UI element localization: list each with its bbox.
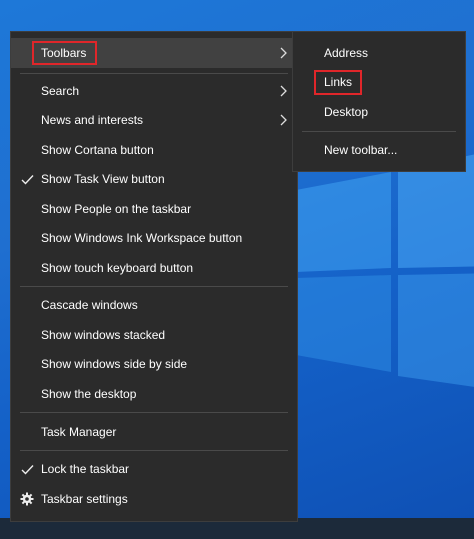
- menu-item-show-task-view-button[interactable]: Show Task View button: [11, 164, 297, 194]
- menu-item-label: Show windows stacked: [41, 328, 166, 342]
- menu-item-show-windows-stacked[interactable]: Show windows stacked: [11, 320, 297, 350]
- menu-item-show-the-desktop[interactable]: Show the desktop: [11, 379, 297, 409]
- menu-separator: [20, 450, 288, 451]
- menu-separator: [20, 286, 288, 287]
- menu-item-task-manager[interactable]: Task Manager: [11, 417, 297, 447]
- menu-item-label: Show People on the taskbar: [41, 202, 192, 216]
- submenu-item-label: Desktop: [324, 105, 369, 119]
- menu-item-show-touch-keyboard[interactable]: Show touch keyboard button: [11, 253, 297, 283]
- menu-item-label: Show Cortana button: [41, 143, 154, 157]
- submenu-item-label: New toolbar...: [324, 143, 398, 157]
- menu-item-show-cortana-button[interactable]: Show Cortana button: [11, 135, 297, 165]
- toolbars-submenu: Address Links Desktop New toolbar...: [292, 31, 466, 172]
- chevron-right-icon: [280, 85, 287, 97]
- menu-item-label: Show Windows Ink Workspace button: [41, 231, 243, 245]
- menu-separator: [20, 73, 288, 74]
- menu-item-label: Lock the taskbar: [41, 462, 130, 476]
- menu-separator: [20, 412, 288, 413]
- checkmark-icon: [20, 172, 34, 186]
- menu-item-taskbar-settings[interactable]: Taskbar settings: [11, 484, 297, 514]
- gear-icon: [20, 492, 34, 506]
- submenu-item-new-toolbar[interactable]: New toolbar...: [293, 135, 465, 165]
- submenu-item-address[interactable]: Address: [293, 38, 465, 68]
- checkmark-icon: [20, 462, 34, 476]
- menu-item-label: Cascade windows: [41, 298, 138, 312]
- submenu-item-desktop[interactable]: Desktop: [293, 97, 465, 127]
- menu-item-show-windows-side-by-side[interactable]: Show windows side by side: [11, 349, 297, 379]
- menu-item-label: Show windows side by side: [41, 357, 188, 371]
- toolbars-highlight-box: [32, 41, 97, 65]
- menu-item-show-people[interactable]: Show People on the taskbar: [11, 194, 297, 224]
- menu-item-news-and-interests[interactable]: News and interests: [11, 105, 297, 135]
- menu-item-lock-the-taskbar[interactable]: Lock the taskbar: [11, 454, 297, 484]
- menu-item-search[interactable]: Search: [11, 76, 297, 106]
- menu-separator: [302, 131, 456, 132]
- menu-item-label: Show Task View button: [41, 172, 165, 186]
- submenu-item-label: Address: [324, 46, 369, 60]
- windows-logo-wallpaper: [296, 154, 474, 387]
- menu-item-label: Show the desktop: [41, 387, 137, 401]
- menu-item-label: Taskbar settings: [41, 492, 128, 506]
- menu-item-label: Search: [41, 84, 80, 98]
- menu-item-label: Show touch keyboard button: [41, 261, 194, 275]
- menu-item-label: News and interests: [41, 113, 144, 127]
- menu-item-cascade-windows[interactable]: Cascade windows: [11, 290, 297, 320]
- chevron-right-icon: [280, 47, 287, 59]
- chevron-right-icon: [280, 114, 287, 126]
- menu-item-show-windows-ink[interactable]: Show Windows Ink Workspace button: [11, 223, 297, 253]
- links-highlight-box: [314, 70, 362, 95]
- taskbar-context-menu: Toolbars Search News and interests Show …: [10, 31, 298, 522]
- menu-item-label: Task Manager: [41, 425, 117, 439]
